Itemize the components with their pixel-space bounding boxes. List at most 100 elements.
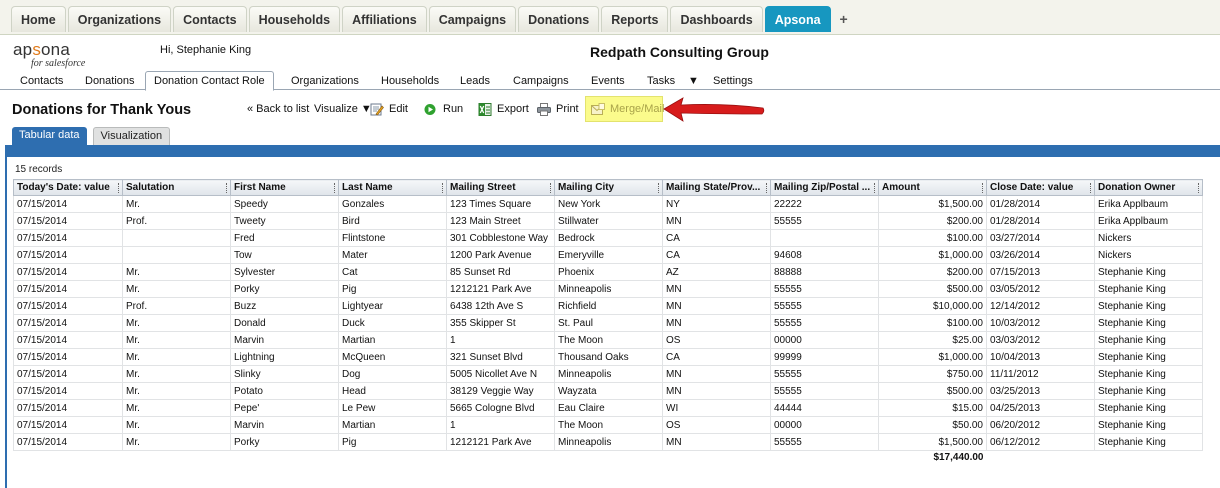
more-tabs-dropdown-icon[interactable]: ▼ [688, 73, 699, 90]
table-cell [122, 246, 231, 264]
column-resize-handle[interactable] [442, 183, 444, 193]
export-button[interactable]: Export [478, 101, 529, 117]
column-header[interactable]: Mailing Zip/Postal ... [770, 179, 879, 196]
table-cell: Slinky [230, 365, 339, 383]
table-cell: Phoenix [554, 263, 663, 281]
table-cell: Marvin [230, 416, 339, 434]
sf-tab-campaigns[interactable]: Campaigns [428, 6, 517, 32]
sub-tab-events[interactable]: Events [591, 73, 625, 90]
column-resize-handle[interactable] [874, 183, 876, 193]
table-cell: 123 Times Square [446, 195, 555, 213]
table-cell: Minneapolis [554, 365, 663, 383]
table-row[interactable]: 07/15/2014 Mr. Pepe' Le Pew 5665 Cologne Blv… [13, 399, 1203, 417]
column-header[interactable]: Salutation [122, 179, 231, 196]
table-row[interactable]: 07/15/2014 Mr. Marvin Martian 1 The Moon OS 000… [13, 331, 1203, 349]
column-resize-handle[interactable] [658, 183, 660, 193]
run-button[interactable]: Run [424, 101, 463, 117]
table-cell: 5005 Nicollet Ave N [446, 365, 555, 383]
print-button[interactable]: Print [537, 101, 579, 117]
table-cell [122, 229, 231, 247]
table-row[interactable]: 07/15/2014 Mr. Donald Duck 355 Skipper St St.… [13, 314, 1203, 332]
sf-tab-reports[interactable]: Reports [601, 6, 669, 32]
table-row[interactable]: 07/15/2014 Mr. Slinky Dog 5005 Nicollet Ave … [13, 365, 1203, 383]
table-row[interactable]: 07/15/2014 Mr. Potato Head 38129 Veggie Way W… [13, 382, 1203, 400]
column-header[interactable]: Mailing State/Prov... [662, 179, 771, 196]
column-header[interactable]: Last Name [338, 179, 447, 196]
sub-tab-households[interactable]: Households [381, 73, 439, 90]
column-header[interactable]: First Name [230, 179, 339, 196]
apsona-logo-text: apsona [13, 40, 70, 59]
table-cell: NY [662, 195, 771, 213]
table-row[interactable]: 07/15/2014 Mr. Porky Pig 1212121 Park Ave Min… [13, 280, 1203, 298]
sub-tab-organizations[interactable]: Organizations [291, 73, 359, 90]
table-cell: MN [662, 382, 771, 400]
sub-tab-campaigns[interactable]: Campaigns [513, 73, 569, 90]
tab-visualization[interactable]: Visualization [92, 127, 171, 145]
visualize-dropdown[interactable]: Visualize ▼ [314, 101, 372, 117]
sf-tab-home[interactable]: Home [11, 6, 66, 32]
column-resize-handle[interactable] [982, 183, 984, 193]
table-cell: Mr. [122, 263, 231, 281]
table-cell: Gonzales [338, 195, 447, 213]
sf-tab-donations[interactable]: Donations [518, 6, 600, 32]
column-resize-handle[interactable] [766, 183, 768, 193]
sf-tab-apsona[interactable]: Apsona [764, 6, 831, 32]
column-header[interactable]: Today's Date: value [13, 179, 123, 196]
column-header[interactable]: Mailing Street [446, 179, 555, 196]
table-row[interactable]: 07/15/2014 Mr. Lightning McQueen 321 Sunset … [13, 348, 1203, 366]
table-cell: Lightyear [338, 297, 447, 315]
table-cell: Fred [230, 229, 339, 247]
column-header[interactable]: Amount [878, 179, 987, 196]
column-header-label: Amount [882, 182, 920, 193]
table-row[interactable]: 07/15/2014 Fred Flintstone 301 Cobblestone … [13, 229, 1203, 247]
table-cell: Porky [230, 280, 339, 298]
add-tab-plus-icon[interactable]: + [833, 6, 855, 32]
table-cell: Buzz [230, 297, 339, 315]
table-cell: $750.00 [878, 365, 987, 383]
column-resize-handle[interactable] [334, 183, 336, 193]
table-row[interactable]: 07/15/2014 Mr. Speedy Gonzales 123 Times Squ… [13, 195, 1203, 213]
table-row[interactable]: 07/15/2014 Mr. Marvin Martian 1 The Moon OS 000… [13, 416, 1203, 434]
column-resize-handle[interactable] [550, 183, 552, 193]
table-row[interactable]: 07/15/2014 Prof. Buzz Lightyear 6438 12th Av… [13, 297, 1203, 315]
table-cell: Stephanie King [1094, 382, 1203, 400]
table-row[interactable]: 07/15/2014 Mr. Sylvester Cat 85 Sunset Rd Pho… [13, 263, 1203, 281]
sf-tab-dashboards[interactable]: Dashboards [670, 6, 763, 32]
sub-tab-tasks[interactable]: Tasks [647, 73, 675, 90]
table-cell: 07/15/2014 [13, 246, 123, 264]
sf-tab-households[interactable]: Households [248, 6, 341, 32]
column-resize-handle[interactable] [1090, 183, 1092, 193]
sub-tab-leads[interactable]: Leads [460, 73, 490, 90]
sub-tab-donation-contact-role[interactable]: Donation Contact Role [145, 71, 274, 91]
printer-icon [537, 102, 551, 116]
column-header[interactable]: Close Date: value [986, 179, 1095, 196]
table-cell: 85 Sunset Rd [446, 263, 555, 281]
column-resize-handle[interactable] [118, 183, 120, 193]
table-cell: Minneapolis [554, 433, 663, 451]
table-cell: 07/15/2014 [13, 399, 123, 417]
table-cell: 55555 [770, 280, 879, 298]
column-resize-handle[interactable] [226, 183, 228, 193]
sub-tab-settings[interactable]: Settings [713, 73, 753, 90]
table-row[interactable]: 07/15/2014 Tow Mater 1200 Park Avenue Emeryv… [13, 246, 1203, 264]
sf-tab-affiliations[interactable]: Affiliations [342, 6, 427, 32]
column-header-label: Today's Date: value [17, 182, 110, 193]
sf-tab-organizations[interactable]: Organizations [67, 6, 172, 32]
column-resize-handle[interactable] [1198, 183, 1200, 193]
column-header[interactable]: Donation Owner [1094, 179, 1203, 196]
table-cell: Stephanie King [1094, 348, 1203, 366]
sub-tab-contacts[interactable]: Contacts [20, 73, 63, 90]
sub-tab-donations[interactable]: Donations [85, 73, 135, 90]
column-header[interactable]: Mailing City [554, 179, 663, 196]
table-row[interactable]: 07/15/2014 Prof. Tweety Bird 123 Main Street… [13, 212, 1203, 230]
table-cell: $1,500.00 [878, 433, 987, 451]
edit-button[interactable]: Edit [370, 101, 408, 117]
tab-tabular-data[interactable]: Tabular data [12, 127, 87, 145]
table-cell: Dog [338, 365, 447, 383]
table-cell: Emeryville [554, 246, 663, 264]
sf-tab-contacts[interactable]: Contacts [173, 6, 247, 32]
back-to-list-link[interactable]: « Back to list [247, 101, 309, 117]
table-cell: 94608 [770, 246, 879, 264]
merge-mail-button[interactable]: Merge/Mail [591, 101, 664, 117]
table-row[interactable]: 07/15/2014 Mr. Porky Pig 1212121 Park Ave Min… [13, 433, 1203, 451]
